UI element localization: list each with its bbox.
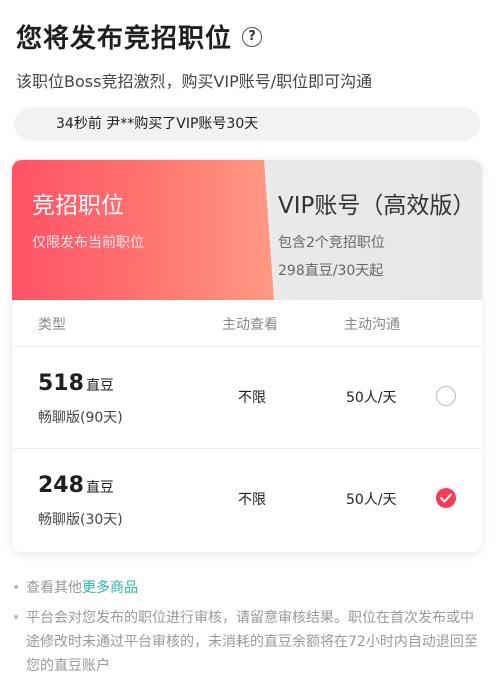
plan-chat-limit: 50人/天	[346, 492, 397, 508]
plan-view-limit: 不限	[238, 492, 266, 508]
column-header-view: 主动查看	[222, 317, 278, 333]
plan-price-unit: 直豆	[85, 480, 114, 496]
page-title: 您将发布竞招职位	[16, 24, 233, 54]
tab-vip-title: VIP账号（高效版）	[278, 193, 476, 219]
tab-jingzhao-desc: 仅限发布当前职位	[32, 235, 144, 251]
plan-row-30-days[interactable]: 248 直豆 畅聊版(30天) 不限 50人/天	[12, 448, 482, 550]
note-review: 平台会对您发布的职位进行审核，请留意审核结果。职位在首次发布或中途修改时未通过平…	[12, 606, 482, 678]
page-subtitle: 该职位Boss竞招激烈，购买VIP账号/职位即可沟通	[16, 72, 373, 91]
plan-name: 畅聊版(30天)	[38, 512, 123, 528]
purchase-ticker: 34秒前 尹**购买了VIP账号30天	[14, 107, 480, 141]
column-header-type: 类型	[38, 317, 66, 333]
plan-radio-unchecked[interactable]	[436, 386, 456, 406]
plan-row-90-days[interactable]: 518 直豆 畅聊版(90天) 不限 50人/天	[12, 346, 482, 448]
header: 您将发布竞招职位 ?	[16, 18, 263, 55]
tab-vip-price: 298直豆/30天起	[278, 263, 384, 279]
plan-price: 248 直豆	[38, 473, 114, 498]
plan-price: 518 直豆	[38, 371, 114, 396]
note-more-products: 查看其他更多商品	[12, 576, 482, 600]
column-header-chat: 主动沟通	[344, 317, 400, 333]
tab-jingzhao-title: 竞招职位	[32, 193, 124, 219]
table-header: 类型 主动查看 主动沟通	[12, 300, 482, 346]
plan-chat-limit: 50人/天	[346, 390, 397, 406]
notes: 查看其他更多商品 平台会对您发布的职位进行审核，请留意审核结果。职位在首次发布或…	[12, 576, 482, 678]
plan-view-limit: 不限	[238, 390, 266, 406]
plan-price-value: 518	[38, 371, 84, 396]
help-icon[interactable]: ?	[242, 26, 263, 47]
plan-name: 畅聊版(90天)	[38, 410, 123, 426]
tab-vip-desc: 包含2个竞招职位	[278, 235, 385, 251]
plan-radio-checked[interactable]	[436, 488, 456, 508]
checkmark-icon	[440, 493, 452, 503]
plan-price-value: 248	[38, 473, 84, 498]
more-products-link[interactable]: 更多商品	[82, 580, 138, 596]
tab-jingzhao-position[interactable]: 竞招职位 仅限发布当前职位	[12, 160, 274, 300]
plan-price-unit: 直豆	[85, 378, 114, 394]
product-tabs: VIP账号（高效版） 包含2个竞招职位 298直豆/30天起 竞招职位 仅限发布…	[12, 160, 482, 300]
product-card: VIP账号（高效版） 包含2个竞招职位 298直豆/30天起 竞招职位 仅限发布…	[12, 160, 482, 552]
note-more-prefix: 查看其他	[26, 580, 82, 596]
